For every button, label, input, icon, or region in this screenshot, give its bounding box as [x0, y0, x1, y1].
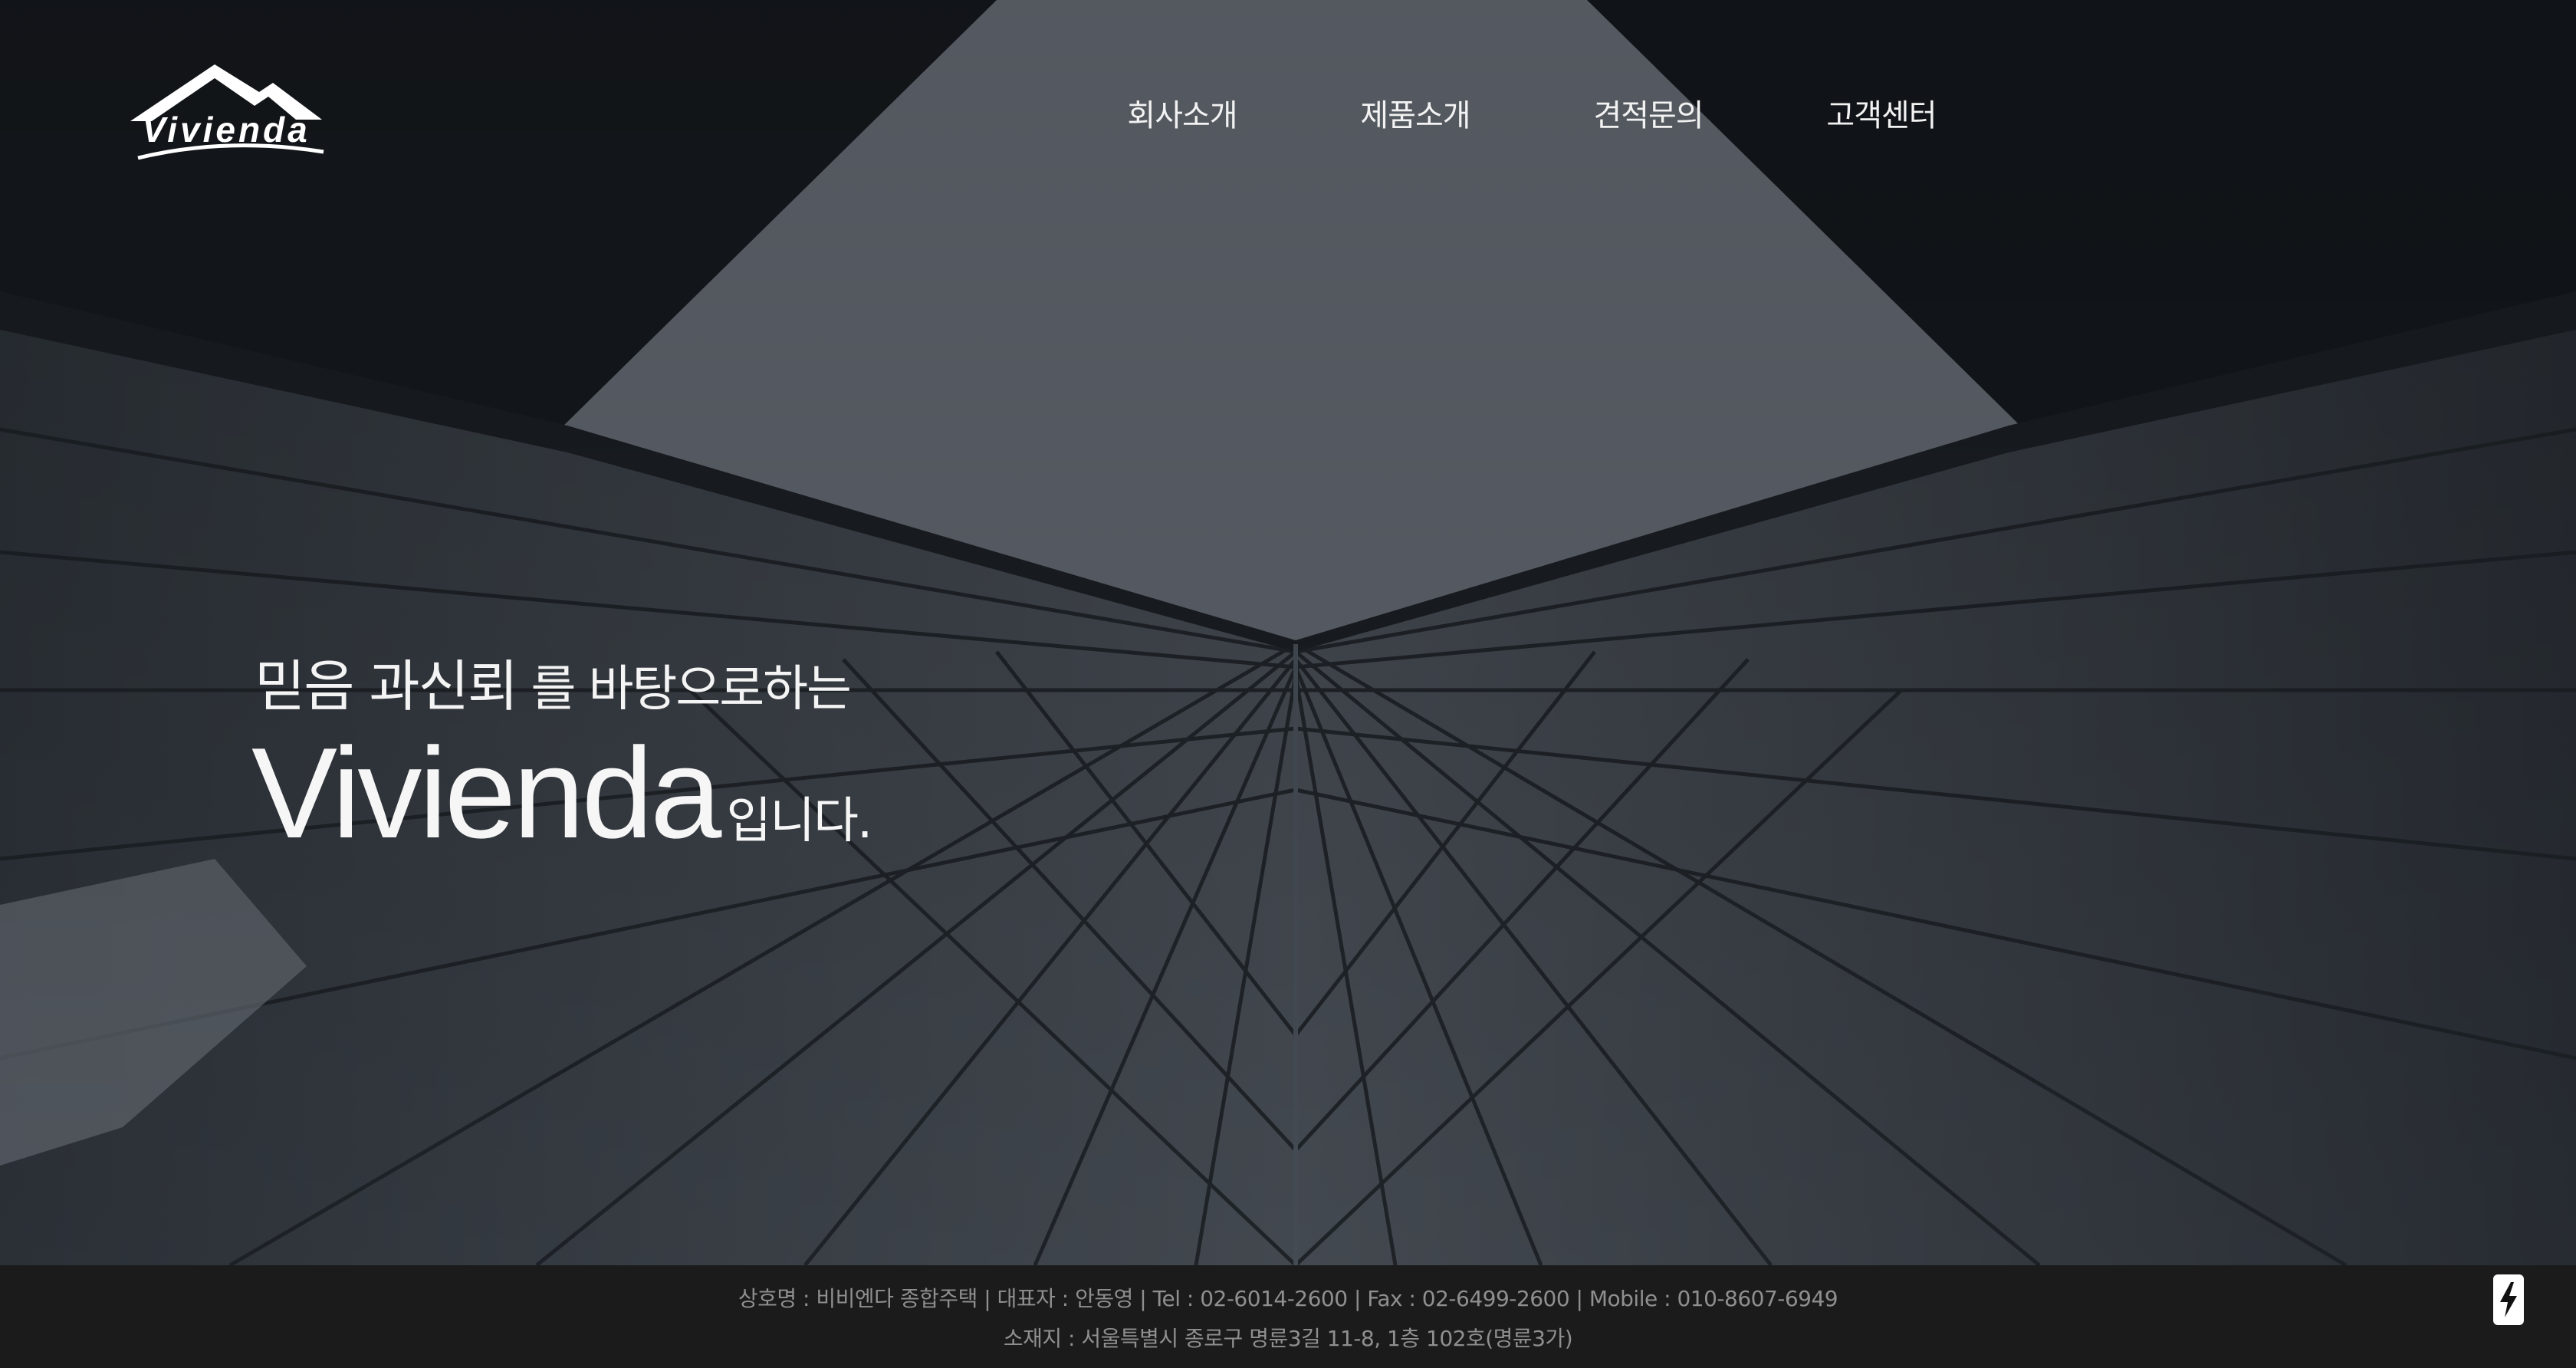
logo-text: Vivienda	[142, 110, 310, 150]
site-footer: 상호명 : 비비엔다 종합주택 | 대표자 : 안동영 | Tel : 02-6…	[0, 1265, 2576, 1368]
lightning-bolt-icon	[2500, 1282, 2517, 1317]
hero-tagline: 믿음 과신뢰 를 바탕으로하는	[255, 641, 852, 722]
vivienda-logo[interactable]: Vivienda	[123, 60, 330, 167]
main-nav: 회사소개 제품소개 견적문의 고객센터	[1066, 90, 1998, 135]
lightning-bolt-button[interactable]	[2493, 1274, 2524, 1325]
page: Vivienda 회사소개 제품소개 견적문의 고객센터 믿음 과신뢰 를 바탕…	[0, 0, 2576, 1368]
footer-address: 소재지 : 서울특별시 종로구 명륜3길 11-8, 1층 102호(명륜3가)	[1003, 1326, 1573, 1351]
hero-brand-name: Vivienda	[251, 721, 721, 865]
footer-company-info: 상호명 : 비비엔다 종합주택 | 대표자 : 안동영 | Tel : 02-6…	[738, 1286, 1838, 1311]
nav-item-company[interactable]: 회사소개	[1066, 90, 1299, 135]
hero-brand-suffix: 입니다.	[726, 793, 872, 850]
hero-tagline-rest: 를 바탕으로하는	[517, 661, 852, 718]
hero-background-image	[0, 0, 2576, 1265]
nav-item-support[interactable]: 고객센터	[1765, 90, 1998, 135]
hero-tagline-emphasis: 믿음 과신뢰	[255, 654, 518, 719]
hero-section: Vivienda 회사소개 제품소개 견적문의 고객센터 믿음 과신뢰 를 바탕…	[0, 0, 2576, 1265]
hero-brand-line: Vivienda 입니다.	[251, 728, 872, 857]
nav-item-quote[interactable]: 견적문의	[1532, 90, 1765, 135]
nav-item-products[interactable]: 제품소개	[1299, 90, 1532, 135]
